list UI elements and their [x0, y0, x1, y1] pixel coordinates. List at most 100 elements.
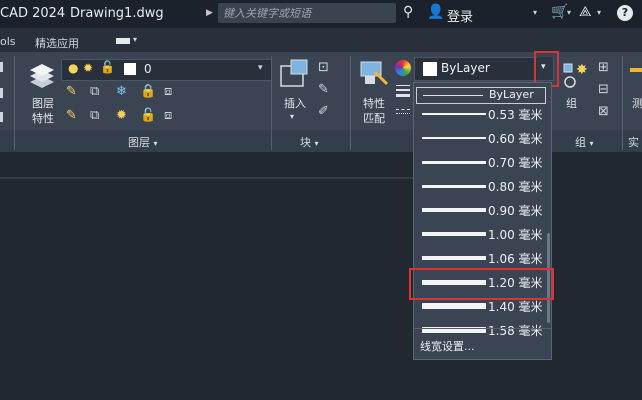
cart-dropdown-icon: ▾ — [567, 8, 572, 17]
lineweight-label: 1.06 毫米 — [488, 252, 543, 266]
lineweight-item[interactable]: 1.06 毫米 — [416, 247, 546, 269]
layer-color-swatch — [124, 63, 136, 75]
user-icon[interactable]: 👤 — [427, 4, 444, 20]
svg-text:✸: ✸ — [576, 62, 588, 78]
lineweight-sample-bar — [422, 113, 486, 115]
layer-on-icon[interactable]: ✎ — [66, 108, 77, 123]
insert-label: 插入 — [284, 97, 306, 110]
lineweight-label: 0.53 毫米 — [488, 108, 543, 122]
play-icon[interactable]: ▶ — [206, 8, 213, 18]
layer-match-icon[interactable]: ⧈ — [164, 84, 172, 99]
lineweight-sample-bar — [422, 161, 486, 164]
lineweight-label: 1.40 毫米 — [488, 300, 543, 314]
lineweight-label: 0.80 毫米 — [488, 180, 543, 194]
partial-right-label: 测 — [632, 97, 642, 110]
color-dropdown[interactable]: ByLayer — [414, 57, 554, 81]
group-button[interactable]: ✸ — [562, 60, 592, 100]
lineweight-icon[interactable] — [396, 84, 410, 98]
match-label-1: 特性 — [363, 97, 385, 110]
panel-separator — [14, 56, 15, 150]
lineweight-dropdown-list[interactable]: ByLayer 0.53 毫米 0.60 毫米 0.70 毫米 0.80 毫米 0.90… — [413, 82, 552, 360]
search-input[interactable]: 键入关键字或短语 — [218, 3, 396, 23]
layer-dropdown-arrow-icon[interactable]: ▾ — [258, 63, 263, 73]
lineweight-sample-bar — [422, 303, 486, 309]
login-link[interactable]: 登录 — [447, 6, 473, 25]
lineweight-label: 1.58 毫米 — [488, 324, 543, 338]
lineweight-item[interactable]: 0.60 毫米 — [416, 127, 546, 149]
dropdown-divider — [414, 328, 551, 329]
tab-featured-apps[interactable]: 精选应用 — [35, 35, 79, 51]
layer-properties-button[interactable]: 图层 特性 — [24, 58, 62, 128]
search-placeholder: 键入关键字或短语 — [223, 7, 311, 20]
tab-overflow-icon[interactable] — [116, 38, 130, 44]
lineweight-sample-bar — [422, 185, 486, 188]
lineweight-sample-bar — [422, 256, 486, 260]
measure-icon[interactable] — [630, 68, 642, 72]
bulb-on-icon[interactable]: ● — [68, 61, 78, 75]
layer-props-label-1: 图层 — [32, 97, 54, 110]
unlock-icon[interactable]: 🔓 — [100, 60, 115, 74]
layer-freeze-icon[interactable]: ❄ — [116, 84, 127, 99]
layer-unisolate-icon[interactable]: ⧉ — [90, 108, 99, 123]
bylayer-label: ByLayer — [489, 88, 534, 101]
tab-tools[interactable]: ols — [0, 35, 16, 48]
lineweight-item[interactable]: 0.53 毫米 — [416, 103, 546, 125]
layer-unlock-icon[interactable]: 🔓 — [140, 108, 156, 123]
group-edit-icon[interactable]: ⊟ — [598, 82, 609, 97]
lineweight-item[interactable]: 1.00 毫米 — [416, 223, 546, 245]
layer-props-label-2: 特性 — [32, 112, 54, 125]
color-wheel-icon[interactable] — [395, 60, 411, 76]
cart-icon[interactable]: 🛒 — [551, 4, 568, 20]
app-title: CAD 2024 — [0, 6, 66, 21]
panel-separator — [622, 56, 623, 150]
group-label: 组 — [566, 97, 577, 110]
insert-icon — [280, 59, 308, 87]
tab-overflow-arrow-icon[interactable]: ▾ — [133, 35, 137, 44]
edit-attributes-icon[interactable]: ✐ — [318, 104, 329, 119]
lineweight-settings-item[interactable]: 线宽设置... — [420, 338, 475, 354]
layer-tools-grid: ✎ ⧉ ❄ 🔒 ⧈ ✎ ⧉ ✹ 🔓 ⧈ — [66, 84, 186, 128]
group-icon: ✸ — [563, 62, 588, 88]
group-tools: ⊞ ⊟ ⊠ — [598, 60, 618, 126]
layer-thaw-icon[interactable]: ✹ — [116, 108, 127, 123]
layers-panel-title[interactable]: 图层 ▾ — [128, 134, 158, 150]
group-panel-title[interactable]: 组 ▾ — [575, 134, 594, 150]
search-icon[interactable]: ⚲ — [403, 4, 413, 20]
lineweight-label: 0.90 毫米 — [488, 204, 543, 218]
layer-dropdown[interactable]: ● ✹ 🔓 0 ▾ — [61, 59, 272, 81]
lineweight-label: 0.70 毫米 — [488, 156, 543, 170]
login-dropdown-icon[interactable]: ▾ — [533, 8, 537, 17]
lineweight-sample-bar — [422, 137, 486, 139]
lineweight-item[interactable]: 0.80 毫米 — [416, 175, 546, 197]
insert-dropdown-icon[interactable]: ▾ — [290, 112, 294, 121]
match-properties-button[interactable]: 特性 匹配 — [356, 58, 392, 128]
help-icon[interactable]: ? — [617, 5, 633, 21]
ribbon-tab-row: ols 精选应用 ▾ — [0, 28, 642, 52]
linetype-icon[interactable] — [396, 108, 410, 118]
layer-lock-icon[interactable]: 🔒 — [140, 84, 156, 99]
ungroup-icon[interactable]: ⊞ — [598, 60, 609, 75]
layer-isolate-icon[interactable]: ⧉ — [90, 84, 99, 99]
lineweight-label: 0.60 毫米 — [488, 132, 543, 146]
match-properties-icon — [360, 61, 389, 86]
layer-off-icon[interactable]: ✎ — [66, 84, 77, 99]
lineweight-item[interactable]: 0.90 毫米 — [416, 199, 546, 221]
title-bar: CAD 2024 Drawing1.dwg ▶ 键入关键字或短语 ⚲ 👤 登录 … — [0, 0, 642, 28]
current-layer-value: 0 — [144, 62, 152, 76]
match-label-2: 匹配 — [363, 112, 385, 125]
partial-right-title: 实 — [628, 136, 639, 149]
group-select-icon[interactable]: ⊠ — [598, 104, 609, 119]
edit-block-icon[interactable]: ✎ — [318, 82, 329, 97]
lineweight-sample-bar — [422, 208, 486, 212]
create-block-icon[interactable]: ⊡ — [318, 60, 329, 75]
layer-walk-icon[interactable]: ⧈ — [164, 108, 172, 123]
sun-icon[interactable]: ✹ — [83, 61, 93, 75]
autodesk-a360-icon[interactable]: ⟁ — [579, 4, 592, 20]
file-tab[interactable]: Drawing1.dwg — [70, 6, 164, 21]
a360-dropdown-icon: ▾ — [597, 8, 602, 17]
lineweight-bylayer-item[interactable]: ByLayer — [416, 87, 546, 104]
insert-block-button[interactable]: 插入 ▾ — [276, 58, 314, 128]
block-panel-title[interactable]: 块 ▾ — [300, 134, 319, 150]
lineweight-item[interactable]: 0.70 毫米 — [416, 151, 546, 173]
color-swatch — [423, 62, 437, 76]
